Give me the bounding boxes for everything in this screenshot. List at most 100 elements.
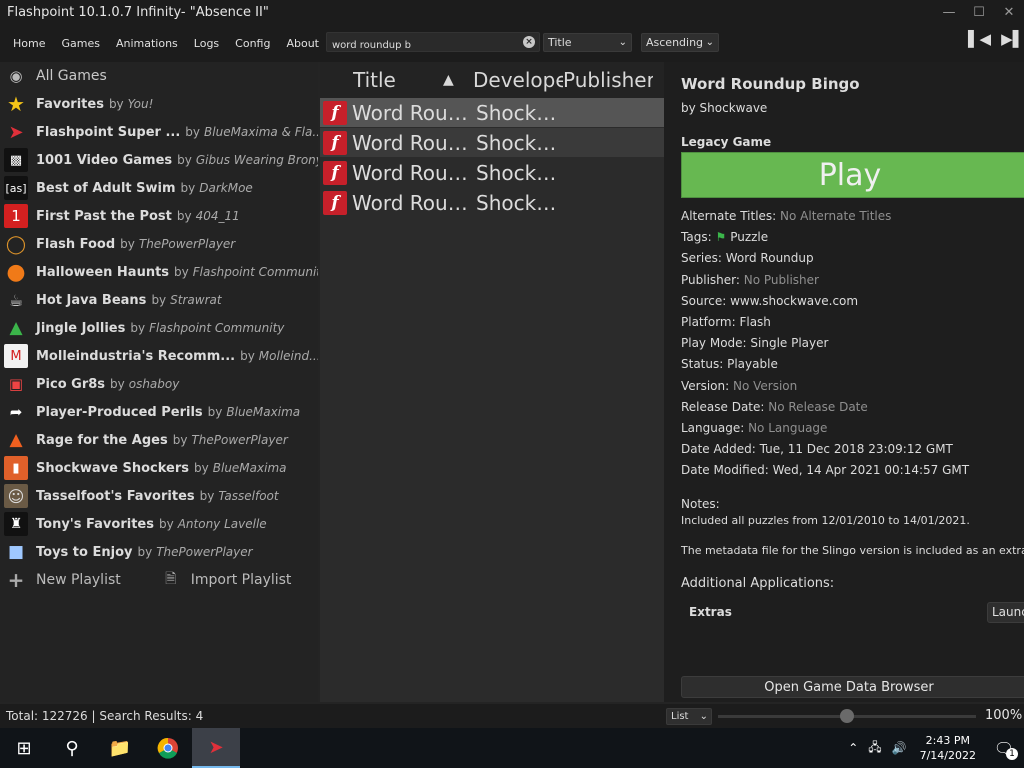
chevron-down-icon: ⌄ xyxy=(618,37,627,48)
playlist-by: by xyxy=(199,489,215,503)
metadata-field: Source: www.shockwave.com xyxy=(681,294,858,308)
notification-icon[interactable]: 🗨 1 xyxy=(984,728,1024,768)
playlist-item[interactable]: M Molleindustria's Recomm... by Molleind... xyxy=(0,342,318,370)
zoom-slider-thumb[interactable] xyxy=(840,709,854,723)
metadata-value: No Publisher xyxy=(743,272,819,287)
layout-toggles: ▌◀ ▶▌ xyxy=(968,30,1024,48)
menu-logs[interactable]: Logs xyxy=(186,37,227,50)
metadata-value: Tue, 11 Dec 2018 23:09:12 GMT xyxy=(759,442,953,457)
playlist-item[interactable]: ■ Toys to Enjoy by ThePowerPlayer xyxy=(0,538,318,566)
playlist-item[interactable]: ➤ Flashpoint Super ... by BlueMaxima & Fla.… xyxy=(0,118,318,146)
playlist-name: Favorites xyxy=(36,96,104,112)
metadata-key: Language: xyxy=(681,421,749,435)
metadata-key: Alternate Titles: xyxy=(681,209,781,223)
file-explorer-icon[interactable]: 📁 xyxy=(96,728,144,768)
game-row[interactable]: f Word Roun... Shockw... xyxy=(320,158,664,187)
metadata-field: Publisher: No Publisher xyxy=(681,273,819,287)
playlist-name: Rage for the Ages xyxy=(36,432,168,448)
system-tray: ⌃ 🖧 🔊 2:43 PM 7/14/2022 🗨 1 xyxy=(843,728,1024,768)
chevron-up-icon[interactable]: ⌃ xyxy=(843,741,863,755)
view-mode-select[interactable]: List ⌄ xyxy=(666,708,712,725)
metadata-key: Status: xyxy=(681,357,728,372)
column-publisher[interactable]: Publisher xyxy=(563,68,653,92)
playlist-item[interactable]: ▲ Rage for the Ages by ThePowerPlayer xyxy=(0,426,318,454)
game-row-developer: Shockw... xyxy=(476,100,568,125)
metadata-key: Tags: xyxy=(681,230,716,245)
launch-button[interactable]: Launch xyxy=(987,602,1024,623)
eye-icon: ◉ xyxy=(9,67,23,85)
playlist-name: Flashpoint Super ... xyxy=(36,124,181,140)
game-row-developer: Shockw... xyxy=(476,190,568,215)
playlist-item[interactable]: [as] Best of Adult Swim by DarkMoe xyxy=(0,174,318,202)
metadata-key: Series: xyxy=(681,251,726,266)
chrome-icon[interactable] xyxy=(144,728,192,768)
play-button[interactable]: Play xyxy=(681,152,1024,198)
playlist-item[interactable]: ▩ 1001 Video Games by Gibus Wearing Brony xyxy=(0,146,318,174)
playlist-item[interactable]: ☺ Tasselfoot's Favorites by Tasselfoot xyxy=(0,482,318,510)
metadata-field: Language: No Language xyxy=(681,421,827,435)
playlist-item[interactable]: ☕ Hot Java Beans by Strawrat xyxy=(0,286,318,314)
chevron-down-icon: ⌄ xyxy=(699,711,708,722)
clock[interactable]: 2:43 PM 7/14/2022 xyxy=(912,733,984,763)
order-direction-select[interactable]: Ascending ⌄ xyxy=(641,33,719,52)
column-title[interactable]: Title xyxy=(353,68,443,92)
playlist-author: Flashpoint Community xyxy=(192,265,318,279)
game-row[interactable]: f Word Roun... Shockw... xyxy=(320,98,664,127)
playlist-name: Toys to Enjoy xyxy=(36,544,133,560)
search-input[interactable] xyxy=(327,36,517,55)
column-developer[interactable]: Develope xyxy=(473,68,563,92)
order-by-select[interactable]: Title ⌄ xyxy=(543,33,632,52)
search-icon[interactable]: ⚲ xyxy=(48,728,96,768)
playlist-item[interactable]: ▣ Pico Gr8s by oshaboy xyxy=(0,370,318,398)
playlist-item[interactable]: ◯ Flash Food by ThePowerPlayer xyxy=(0,230,318,258)
playlist-author: DarkMoe xyxy=(199,181,253,195)
notes-label: Notes: xyxy=(681,497,720,511)
menu-home[interactable]: Home xyxy=(0,37,53,50)
game-row[interactable]: f Word Roun... Shockw... xyxy=(320,128,664,157)
collapse-left-icon[interactable]: ▌◀ xyxy=(968,30,991,48)
playlist-item[interactable]: ➦ Player-Produced Perils by BlueMaxima xyxy=(0,398,318,426)
clock-date: 7/14/2022 xyxy=(919,749,976,762)
playlist-item[interactable]: ♜ Tony's Favorites by Antony Lavelle xyxy=(0,510,318,538)
volume-icon[interactable]: 🔊 xyxy=(887,741,912,755)
playlist-item[interactable]: ● Halloween Haunts by Flashpoint Community xyxy=(0,258,318,286)
open-game-data-browser-button[interactable]: Open Game Data Browser xyxy=(681,676,1024,698)
sort-asc-icon: ▲ xyxy=(443,72,454,88)
order-direction-value: Ascending xyxy=(646,36,704,49)
game-row-developer: Shockw... xyxy=(476,130,568,155)
playlist-by: by xyxy=(137,545,153,559)
menu-animations[interactable]: Animations xyxy=(108,37,186,50)
playlist-author: Molleind... xyxy=(258,349,318,363)
metadata-value[interactable]: Puzzle xyxy=(730,230,768,244)
metadata-value: Wed, 14 Apr 2021 00:14:57 GMT xyxy=(772,463,970,478)
menu-games[interactable]: Games xyxy=(53,37,107,50)
playlist-item[interactable]: ▮ Shockwave Shockers by BlueMaxima xyxy=(0,454,318,482)
metadata-field: Release Date: No Release Date xyxy=(681,400,868,414)
minimize-icon[interactable]: — xyxy=(934,0,964,24)
playlist-by: by xyxy=(240,349,255,363)
import-playlist-label[interactable]: Import Playlist xyxy=(191,572,292,588)
metadata-value: No Version xyxy=(732,378,798,393)
windows-start-icon[interactable]: ⊞ xyxy=(0,728,48,768)
window-title: Flashpoint 10.1.0.7 Infinity- "Absence I… xyxy=(7,4,269,20)
flashpoint-taskbar-icon[interactable]: ➤ xyxy=(192,728,240,768)
new-playlist-button[interactable]: + New Playlist 🗎 Import Playlist xyxy=(0,566,318,594)
game-row[interactable]: f Word Roun... Shockw... xyxy=(320,188,664,217)
playlist-item[interactable]: 1 First Past the Post by 404_11 xyxy=(0,202,318,230)
playlist-name: 1001 Video Games xyxy=(36,152,173,168)
collapse-right-icon[interactable]: ▶▌ xyxy=(1001,30,1024,48)
notes-line-1: Included all puzzles from 12/01/2010 to … xyxy=(681,514,970,527)
extras-label: Extras xyxy=(689,605,732,619)
clear-search-icon[interactable]: × xyxy=(523,36,535,48)
all-games-item[interactable]: ◉ All Games xyxy=(0,62,318,90)
close-icon[interactable]: ✕ xyxy=(994,0,1024,24)
menu-about[interactable]: About xyxy=(278,37,327,50)
playlist-item[interactable]: ▲ Jingle Jollies by Flashpoint Community xyxy=(0,314,318,342)
metadata-value: No Alternate Titles xyxy=(780,209,892,223)
network-icon[interactable]: 🖧 xyxy=(863,738,886,759)
playlist-item[interactable]: ★ Favorites by You! xyxy=(0,90,318,118)
playlist-by: by xyxy=(185,125,201,139)
flash-platform-icon: f xyxy=(323,190,347,215)
menu-config[interactable]: Config xyxy=(227,37,278,50)
maximize-icon[interactable]: ☐ xyxy=(964,0,994,24)
